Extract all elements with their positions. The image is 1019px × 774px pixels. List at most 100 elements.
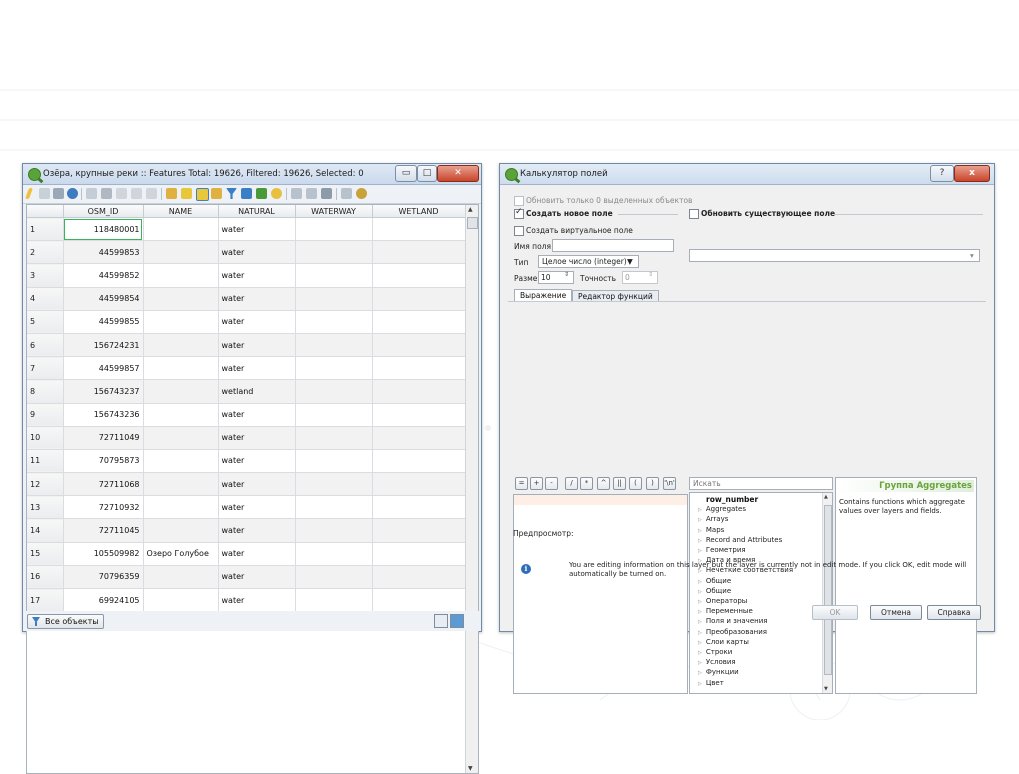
- cell-name[interactable]: [143, 426, 219, 450]
- row-number-cell[interactable]: 13: [27, 495, 64, 520]
- delete-field-icon[interactable]: [306, 188, 317, 199]
- row-number-cell[interactable]: 2: [27, 240, 64, 265]
- table-row[interactable]: 14 72711045 water: [27, 518, 466, 543]
- cell-waterway[interactable]: [295, 542, 373, 566]
- function-group-item[interactable]: Record and Attributes: [698, 536, 782, 544]
- close-button[interactable]: ✕: [437, 165, 479, 182]
- function-search-input[interactable]: Искать: [689, 477, 833, 490]
- cell-waterway[interactable]: [295, 310, 373, 334]
- cell-wetland[interactable]: [372, 356, 466, 381]
- cell-name[interactable]: [143, 588, 219, 613]
- scroll-thumb[interactable]: [467, 217, 478, 229]
- table-row[interactable]: 3 44599852 water: [27, 263, 466, 288]
- cell-waterway[interactable]: [295, 263, 373, 288]
- minimize-button[interactable]: ▭: [395, 165, 417, 182]
- field-calculator-icon[interactable]: [321, 188, 332, 199]
- row-number-cell[interactable]: 6: [27, 333, 64, 358]
- table-row[interactable]: 7 44599857 water: [27, 356, 466, 381]
- save-edits-icon[interactable]: [53, 188, 64, 199]
- row-number-cell[interactable]: 1: [27, 217, 64, 242]
- cell-natural[interactable]: water: [218, 565, 296, 590]
- cell-wetland[interactable]: [372, 217, 466, 242]
- cell-wetland[interactable]: [372, 403, 466, 427]
- copy-icon[interactable]: [131, 188, 142, 199]
- expression-editor[interactable]: [513, 494, 688, 694]
- function-list-thumb[interactable]: [824, 505, 832, 675]
- cell-name[interactable]: [143, 518, 219, 543]
- table-row[interactable]: 13 72710932 water: [27, 495, 466, 520]
- cell-waterway[interactable]: [295, 426, 373, 450]
- scroll-up-icon[interactable]: ▲: [824, 494, 828, 500]
- cell-osm-id[interactable]: 69924105: [63, 588, 144, 613]
- function-group-item[interactable]: Слои карты: [698, 638, 749, 646]
- cell-name[interactable]: [143, 495, 219, 520]
- zoom-to-selection-icon[interactable]: [271, 188, 282, 199]
- row-number-cell[interactable]: 16: [27, 565, 64, 590]
- scroll-up-icon[interactable]: ▲: [468, 206, 473, 213]
- cell-waterway[interactable]: [295, 403, 373, 427]
- pan-to-selection-icon[interactable]: [256, 188, 267, 199]
- cell-wetland[interactable]: [372, 263, 466, 288]
- operator-divide-button[interactable]: /: [565, 477, 578, 490]
- cell-waterway[interactable]: [295, 217, 373, 242]
- multi-edit-icon[interactable]: [39, 188, 50, 199]
- cell-waterway[interactable]: [295, 565, 373, 590]
- cell-osm-id[interactable]: 156743237: [63, 379, 144, 404]
- cell-natural[interactable]: water: [218, 333, 296, 358]
- select-expression-icon[interactable]: [166, 188, 177, 199]
- function-group-item[interactable]: Условия: [698, 658, 736, 666]
- deselect-icon[interactable]: [211, 188, 222, 199]
- function-group-item[interactable]: Преобразования: [698, 628, 767, 636]
- table-row[interactable]: 4 44599854 water: [27, 287, 466, 311]
- ok-button[interactable]: OK: [812, 605, 858, 620]
- cell-osm-id[interactable]: 156724231: [63, 333, 144, 358]
- table-row[interactable]: 17 69924105 water: [27, 588, 466, 613]
- row-number-cell[interactable]: 11: [27, 449, 64, 474]
- cell-osm-id[interactable]: 44599857: [63, 356, 144, 381]
- create-new-field-checkbox[interactable]: [514, 207, 524, 219]
- paste-icon[interactable]: [146, 188, 157, 199]
- reload-icon[interactable]: [67, 188, 78, 199]
- table-view-button[interactable]: [450, 614, 464, 628]
- update-existing-checkbox[interactable]: [689, 209, 699, 219]
- help-button[interactable]: Справка: [927, 605, 981, 620]
- column-header-waterway[interactable]: WATERWAY: [295, 205, 373, 218]
- cell-osm-id[interactable]: 118480001: [63, 217, 144, 242]
- cell-wetland[interactable]: [372, 333, 466, 358]
- table-row[interactable]: 10 72711049 water: [27, 426, 466, 450]
- cell-natural[interactable]: water: [218, 449, 296, 474]
- cell-natural[interactable]: water: [218, 426, 296, 450]
- cell-natural[interactable]: water: [218, 403, 296, 427]
- cell-natural[interactable]: water: [218, 217, 296, 242]
- new-field-icon[interactable]: [291, 188, 302, 199]
- cut-icon[interactable]: [116, 188, 127, 199]
- table-row[interactable]: 5 44599855 water: [27, 310, 466, 334]
- cell-waterway[interactable]: [295, 287, 373, 311]
- row-number-cell[interactable]: 10: [27, 426, 64, 450]
- cell-waterway[interactable]: [295, 518, 373, 543]
- cell-natural[interactable]: water: [218, 542, 296, 566]
- cell-name[interactable]: [143, 217, 219, 242]
- form-view-button[interactable]: [434, 614, 448, 628]
- cell-wetland[interactable]: [372, 379, 466, 404]
- cell-osm-id[interactable]: 105509982: [63, 542, 144, 566]
- function-group-item[interactable]: Операторы: [698, 597, 747, 605]
- vertical-scrollbar[interactable]: ▲ ▼: [465, 205, 478, 773]
- spin-arrows-icon[interactable]: ⇕: [648, 271, 653, 278]
- cell-name[interactable]: [143, 472, 219, 497]
- cell-name[interactable]: [143, 287, 219, 311]
- function-group-item[interactable]: Aggregates: [698, 505, 746, 513]
- cell-name[interactable]: [143, 333, 219, 358]
- existing-field-select[interactable]: ▾: [689, 249, 980, 262]
- cell-osm-id[interactable]: 72711045: [63, 518, 144, 543]
- column-header-natural[interactable]: NATURAL: [218, 205, 296, 218]
- field-name-input[interactable]: [552, 239, 674, 252]
- precision-spinbox[interactable]: 0 ⇕: [622, 271, 658, 284]
- cancel-button[interactable]: Отмена: [870, 605, 922, 620]
- virtual-field-checkbox[interactable]: [514, 226, 524, 236]
- operator-power-button[interactable]: ^: [597, 477, 610, 490]
- cell-osm-id[interactable]: 72711068: [63, 472, 144, 497]
- delete-feature-icon[interactable]: [101, 188, 112, 199]
- function-group-item[interactable]: Функции: [698, 668, 739, 676]
- function-group-item[interactable]: Переменные: [698, 607, 753, 615]
